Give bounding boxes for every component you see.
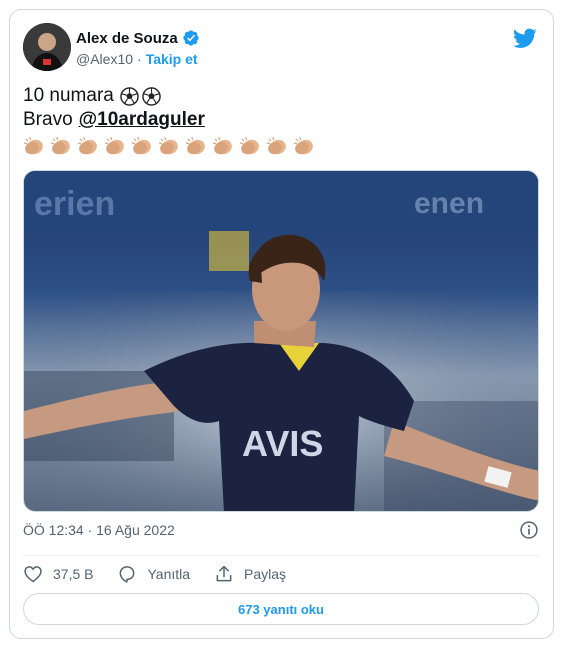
tweet-meta: ÖÖ 12:34 · 16 Ağu 2022: [23, 520, 539, 540]
twitter-bird-icon[interactable]: [513, 26, 537, 50]
svg-text:enen: enen: [414, 187, 484, 220]
clapping-hands-icon: [212, 136, 232, 155]
divider: [23, 555, 539, 556]
tweet-line-1: 10 numara: [23, 84, 320, 108]
shirt-sponsor-text: AVIS: [242, 423, 323, 464]
tweet-actions: 37,5 B Yanıtla Paylaş: [23, 562, 310, 586]
heart-icon: [24, 566, 42, 583]
author-name-row: Alex de Souza: [76, 29, 200, 47]
clap-emoji-row: [23, 134, 320, 158]
share-icon: [216, 565, 232, 582]
avatar[interactable]: [23, 23, 71, 71]
clapping-hands-icon: [104, 136, 124, 155]
clapping-hands-icon: [293, 136, 313, 155]
clapping-hands-icon: [131, 136, 151, 155]
reply-label: Yanıtla: [147, 566, 191, 582]
author-name[interactable]: Alex de Souza: [76, 30, 178, 47]
reply-button[interactable]: Yanıtla: [117, 564, 190, 584]
speech-bubble-icon: [120, 566, 135, 583]
share-button[interactable]: Paylaş: [214, 564, 286, 584]
read-replies-label: 673 yanıtı oku: [238, 601, 324, 617]
author-handle[interactable]: @Alex10: [76, 51, 133, 67]
clapping-hands-icon: [50, 136, 70, 155]
mention-link[interactable]: @10ardaguler: [79, 108, 205, 132]
clapping-hands-icon: [185, 136, 205, 155]
timestamp[interactable]: ÖÖ 12:34 · 16 Ağu 2022: [23, 522, 175, 538]
clapping-hands-icon: [239, 136, 259, 155]
info-icon[interactable]: [519, 520, 539, 540]
clapping-hands-icon: [266, 136, 286, 155]
svg-text:erien: erien: [34, 185, 115, 223]
follow-button[interactable]: Takip et: [146, 51, 198, 67]
like-button[interactable]: 37,5 B: [23, 564, 93, 584]
verified-badge-icon: [183, 30, 199, 46]
clapping-hands-icon: [23, 136, 43, 155]
separator: ·: [137, 51, 142, 67]
read-replies-button[interactable]: 673 yanıtı oku: [23, 593, 539, 625]
tweet-card: Alex de Souza @Alex10 · Takip et 10 numa…: [9, 9, 554, 639]
tweet-line-1-text: 10 numara: [23, 85, 114, 106]
soccer-ball-icon: [142, 86, 161, 106]
tweet-line-2: Bravo @10ardaguler: [23, 108, 320, 132]
soccer-ball-icon: [120, 86, 139, 106]
share-label: Paylaş: [244, 566, 287, 582]
like-count: 37,5 B: [53, 566, 94, 582]
clapping-hands-icon: [158, 136, 178, 155]
author-handle-row: @Alex10 · Takip et: [76, 51, 198, 67]
tweet-text: 10 numara Bravo @10ardaguler: [23, 84, 320, 158]
tweet-line-2-text: Bravo: [23, 109, 73, 130]
tweet-photo[interactable]: erien enen AVIS: [23, 170, 539, 512]
clapping-hands-icon: [77, 136, 97, 155]
